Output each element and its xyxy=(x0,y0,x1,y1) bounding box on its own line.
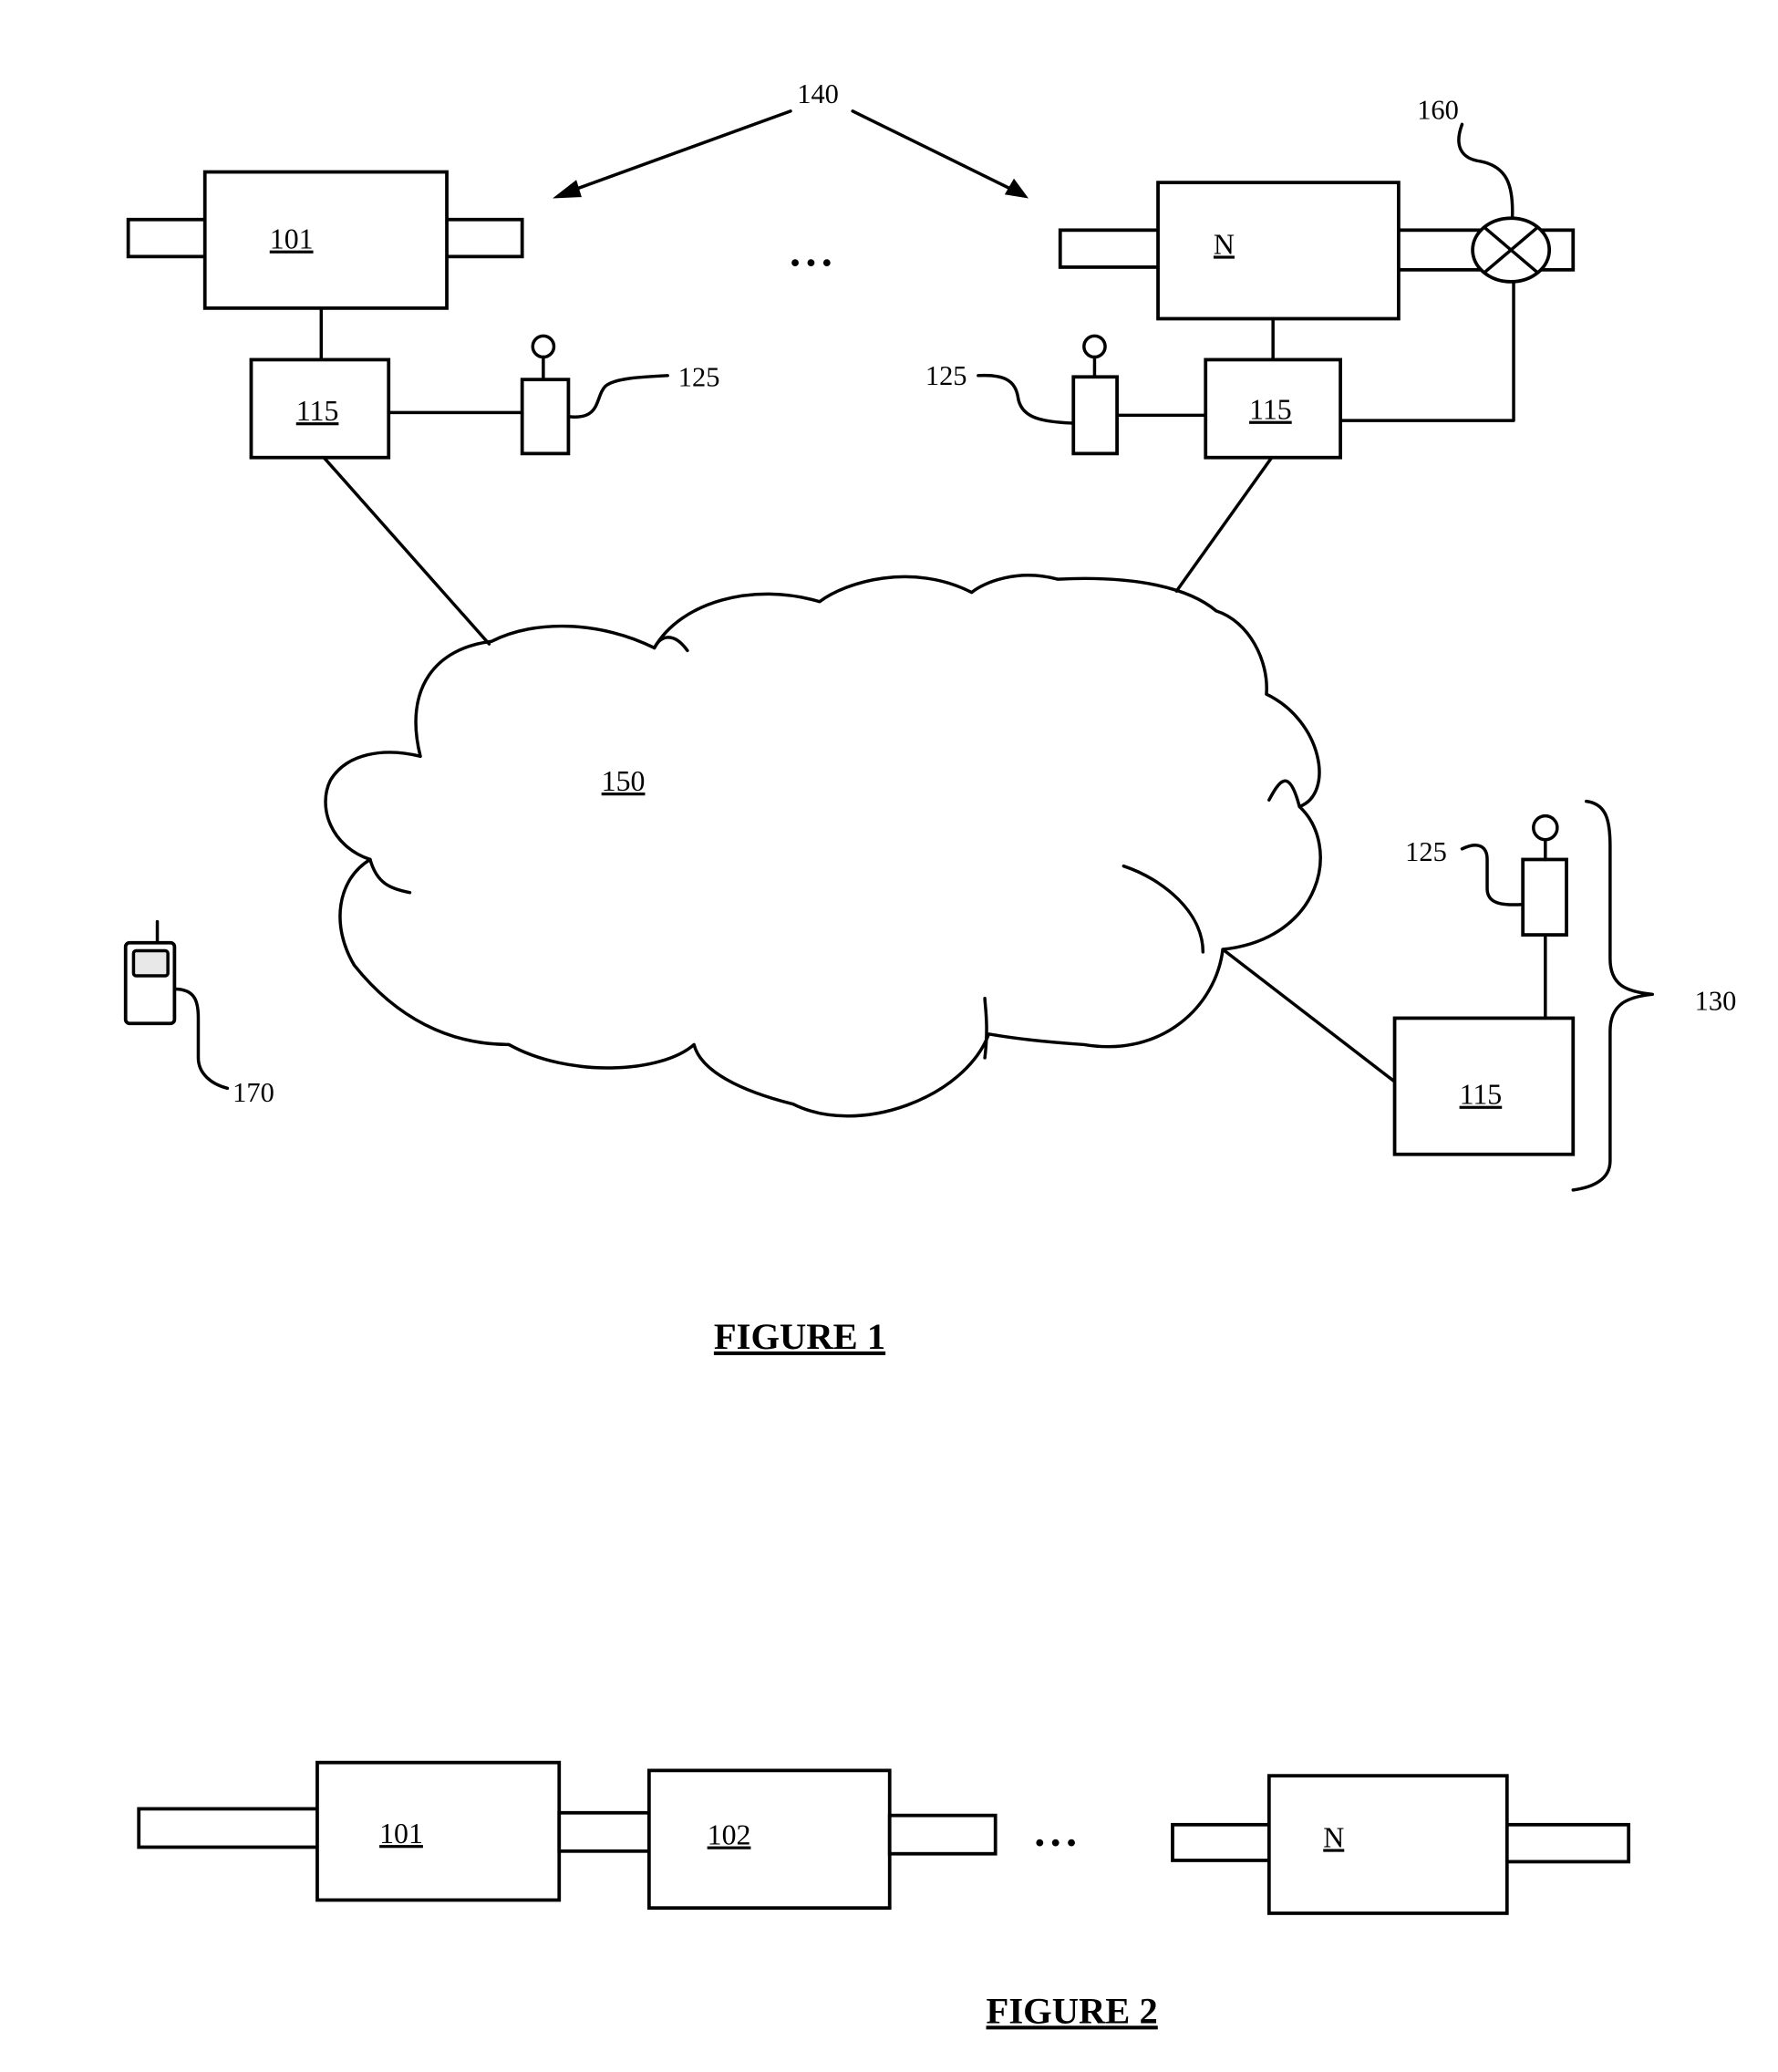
controller-115-left[interactable]: 115 xyxy=(249,357,391,460)
segment-label-102: 102 xyxy=(708,1819,751,1851)
arrow-140-left xyxy=(553,109,792,199)
sensor-125-right[interactable] xyxy=(1071,334,1119,456)
ellipsis: • • • xyxy=(791,248,832,277)
sensor-box xyxy=(1071,375,1119,456)
pipeline-segment-102[interactable]: 102 xyxy=(646,1768,998,1911)
patent-drawing: 140 101 115 125 • • • N 160 115 125 150 … xyxy=(123,78,1737,2031)
segment-label-101: 101 xyxy=(270,223,314,255)
segment-label-n: N xyxy=(1323,1821,1344,1853)
antenna-icon xyxy=(531,334,556,359)
pipe-stub-right xyxy=(1503,1822,1631,1864)
leader-160 xyxy=(1457,122,1514,221)
leader-125-left xyxy=(566,374,669,419)
segment-box xyxy=(315,1760,562,1902)
label-125-right: 125 xyxy=(925,360,967,391)
pipe-stub-right xyxy=(887,1813,998,1856)
leader-125-remote xyxy=(1460,844,1525,906)
leader-170 xyxy=(172,987,230,1091)
label-160: 160 xyxy=(1417,95,1459,126)
controller-115-right[interactable]: 115 xyxy=(1204,357,1342,460)
pipe-stub-left xyxy=(1171,1822,1274,1862)
sensor-125-left[interactable] xyxy=(520,334,571,456)
figure-2-caption: FIGURE 2 xyxy=(987,1990,1158,2031)
antenna-icon xyxy=(1082,334,1107,359)
handheld-device-170[interactable]: 170 xyxy=(123,919,274,1108)
cloud-icon xyxy=(324,574,1322,1118)
ellipsis: • • • xyxy=(1035,1829,1076,1858)
link-115-left-to-network xyxy=(322,455,491,646)
brace-130 xyxy=(1571,799,1655,1192)
network-cloud-150[interactable]: 150 xyxy=(324,574,1322,1118)
network-label-150: 150 xyxy=(602,765,646,797)
sensor-box xyxy=(520,378,571,456)
pipe-stub-right xyxy=(442,217,524,259)
antenna-icon xyxy=(1532,813,1559,842)
pipeline-segment-n[interactable]: N xyxy=(1171,1774,1631,1915)
label-125-left: 125 xyxy=(678,361,720,392)
pipeline-segment-101[interactable]: 101 xyxy=(137,1760,562,1902)
label-125-remote: 125 xyxy=(1405,836,1447,867)
sensor-box xyxy=(1521,857,1568,937)
segment-box xyxy=(1156,181,1401,321)
remote-station-130[interactable]: 115 125 xyxy=(1392,813,1576,1156)
label-170: 170 xyxy=(233,1077,274,1108)
figure-2: 101 102 • • • N FIGURE 2 xyxy=(137,1760,1631,2031)
pipe-stub-left xyxy=(137,1807,322,1849)
arrow-140-right xyxy=(851,109,1029,199)
controller-label: 115 xyxy=(296,395,339,427)
link-115-right-to-network xyxy=(1174,455,1274,593)
segment-box xyxy=(646,1768,892,1911)
controller-label: 115 xyxy=(1249,394,1292,426)
cloud-inner-arc-5 xyxy=(1267,779,1301,809)
cloud-inner-arc-3 xyxy=(983,996,988,1060)
handheld-screen xyxy=(131,948,170,978)
cloud-inner-arc-2 xyxy=(1122,864,1205,954)
pipeline-segment-101[interactable]: 101 xyxy=(126,170,524,310)
leader-125-right xyxy=(977,373,1075,425)
segment-box xyxy=(1266,1774,1509,1915)
cloud-inner-arc-1 xyxy=(652,636,689,653)
valve-160[interactable] xyxy=(1471,216,1552,284)
pipe-stub-left xyxy=(126,217,210,259)
label-130: 130 xyxy=(1695,986,1737,1017)
cloud-inner-arc-4 xyxy=(368,857,412,895)
segment-label-101: 101 xyxy=(379,1818,423,1849)
segment-label-n: N xyxy=(1214,228,1235,260)
pipe-stub-left xyxy=(1058,228,1163,269)
controller-label: 115 xyxy=(1460,1079,1503,1111)
link-network-to-remote-115 xyxy=(1221,948,1397,1083)
pipe-connector-101-102 xyxy=(557,1810,651,1853)
figure-1: 140 101 115 125 • • • N 160 115 125 150 … xyxy=(123,78,1737,1357)
segment-box xyxy=(202,170,449,310)
figure-1-caption: FIGURE 1 xyxy=(714,1316,885,1357)
label-140: 140 xyxy=(797,78,839,109)
